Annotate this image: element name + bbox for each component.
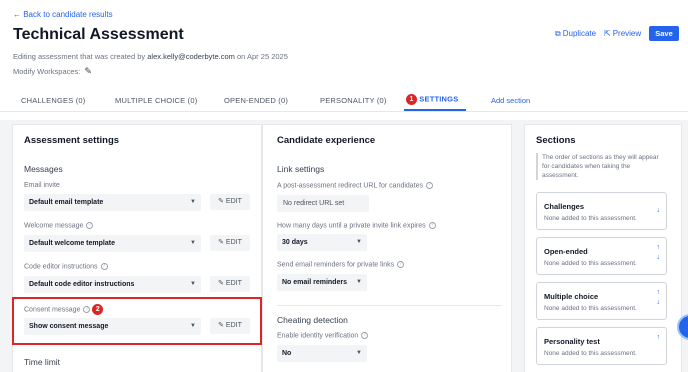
step-badge-1: 1 — [406, 94, 417, 105]
chevron-down-icon: ▼ — [356, 279, 362, 285]
tab-personality[interactable]: PERSONALITY (0) — [320, 96, 387, 105]
preview-button[interactable]: ⇱ Preview — [604, 29, 641, 38]
code-editor-select[interactable]: Default code editor instructions ▼ — [24, 276, 201, 293]
page-title: Technical Assessment — [13, 26, 184, 43]
email-reminders-select[interactable]: No email reminders ▼ — [277, 274, 367, 291]
page-header: ← Back to candidate results Technical As… — [0, 0, 688, 120]
sections-heading: Sections — [536, 135, 576, 146]
email-reminders-label: Send email reminders for private links? — [277, 261, 405, 268]
help-icon[interactable]: ? — [428, 222, 436, 229]
section-title: Challenges — [544, 202, 585, 211]
help-icon[interactable]: ? — [426, 182, 434, 189]
section-desc: None added to this assessment. — [544, 305, 637, 312]
section-tabs: CHALLENGES (0) MULTIPLE CHOICE (0) OPEN-… — [0, 88, 688, 112]
welcome-message-label: Welcome message? — [24, 222, 94, 229]
messages-heading: Messages — [24, 164, 63, 174]
tab-add-section[interactable]: Add section — [491, 96, 530, 105]
duplicate-icon: ⧉ — [555, 29, 561, 38]
welcome-message-select[interactable]: Default welcome template ▼ — [24, 235, 201, 252]
assessment-settings-heading: Assessment settings — [24, 135, 120, 146]
chevron-down-icon: ▼ — [190, 240, 196, 246]
help-icon[interactable]: ? — [361, 332, 369, 339]
help-icon[interactable]: ? — [100, 263, 108, 270]
chevron-down-icon: ▼ — [190, 281, 196, 287]
arrow-down-icon[interactable]: ↓ — [657, 254, 661, 262]
back-to-results-link[interactable]: ← Back to candidate results — [13, 10, 113, 19]
redirect-url-field[interactable]: No redirect URL set — [277, 195, 369, 212]
pencil-icon[interactable]: ✎ — [84, 66, 92, 77]
creator-email: alex.kelly@coderbyte.com — [147, 52, 235, 61]
link-expiry-label: How many days until a private invite lin… — [277, 222, 436, 229]
candidate-experience-heading: Candidate experience — [277, 135, 376, 146]
section-title: Personality test — [544, 337, 600, 346]
sections-description: The order of sections as they will appea… — [536, 153, 668, 180]
section-item-personality-test[interactable]: Personality test None added to this asse… — [536, 327, 667, 365]
edit-welcome-button[interactable]: ✎ EDIT — [210, 235, 250, 251]
chevron-down-icon: ▼ — [356, 350, 362, 356]
section-desc: None added to this assessment. — [544, 215, 637, 222]
section-item-open-ended[interactable]: Open-ended None added to this assessment… — [536, 237, 667, 275]
duplicate-button[interactable]: ⧉ Duplicate — [555, 29, 596, 39]
tab-multiple-choice[interactable]: MULTIPLE CHOICE (0) — [115, 96, 197, 105]
edit-code-editor-button[interactable]: ✎ EDIT — [210, 276, 250, 292]
time-limit-heading: Time limit — [24, 357, 61, 367]
external-link-icon: ⇱ — [604, 29, 611, 38]
candidate-experience-card: Candidate experience Link settings A pos… — [262, 124, 512, 372]
active-tab-indicator — [404, 109, 466, 111]
redirect-url-label: A post-assessment redirect URL for candi… — [277, 182, 434, 189]
email-invite-select[interactable]: Default email template ▼ — [24, 194, 201, 211]
chevron-down-icon: ▼ — [190, 199, 196, 205]
cheating-detection-heading: Cheating detection — [277, 315, 348, 325]
section-item-multiple-choice[interactable]: Multiple choice None added to this asses… — [536, 282, 667, 320]
section-desc: None added to this assessment. — [544, 350, 637, 357]
save-button[interactable]: Save — [649, 26, 679, 41]
tab-settings[interactable]: 1 SETTINGS — [406, 94, 458, 105]
section-title: Multiple choice — [544, 292, 599, 301]
identity-verification-label: Enable identity verification? — [277, 332, 369, 339]
email-invite-label: Email invite — [24, 182, 60, 189]
arrow-up-icon[interactable]: ↑ — [657, 334, 661, 342]
link-settings-heading: Link settings — [277, 164, 325, 174]
chevron-down-icon: ▼ — [356, 239, 362, 245]
arrow-up-icon[interactable]: ↑ — [657, 244, 661, 252]
tab-open-ended[interactable]: OPEN-ENDED (0) — [224, 96, 288, 105]
consent-highlight-box — [12, 297, 262, 345]
arrow-up-icon[interactable]: ↑ — [657, 289, 661, 297]
help-icon[interactable]: ? — [86, 222, 94, 229]
code-editor-label: Code editor instructions? — [24, 263, 108, 270]
identity-verification-select[interactable]: No ▼ — [277, 345, 367, 362]
section-divider — [277, 305, 502, 306]
section-item-challenges[interactable]: Challenges None added to this assessment… — [536, 192, 667, 230]
sections-card: Sections The order of sections as they w… — [524, 124, 682, 372]
arrow-down-icon[interactable]: ↓ — [657, 207, 661, 215]
modify-workspaces: Modify Workspaces: ✎ — [13, 66, 92, 77]
tab-challenges[interactable]: CHALLENGES (0) — [21, 96, 86, 105]
assessment-subtitle: Editing assessment that was created by a… — [13, 52, 288, 61]
section-desc: None added to this assessment. — [544, 260, 637, 267]
section-title: Open-ended — [544, 247, 588, 256]
edit-email-button[interactable]: ✎ EDIT — [210, 194, 250, 210]
link-expiry-select[interactable]: 30 days ▼ — [277, 234, 367, 251]
arrow-down-icon[interactable]: ↓ — [657, 299, 661, 307]
help-icon[interactable]: ? — [397, 261, 405, 268]
